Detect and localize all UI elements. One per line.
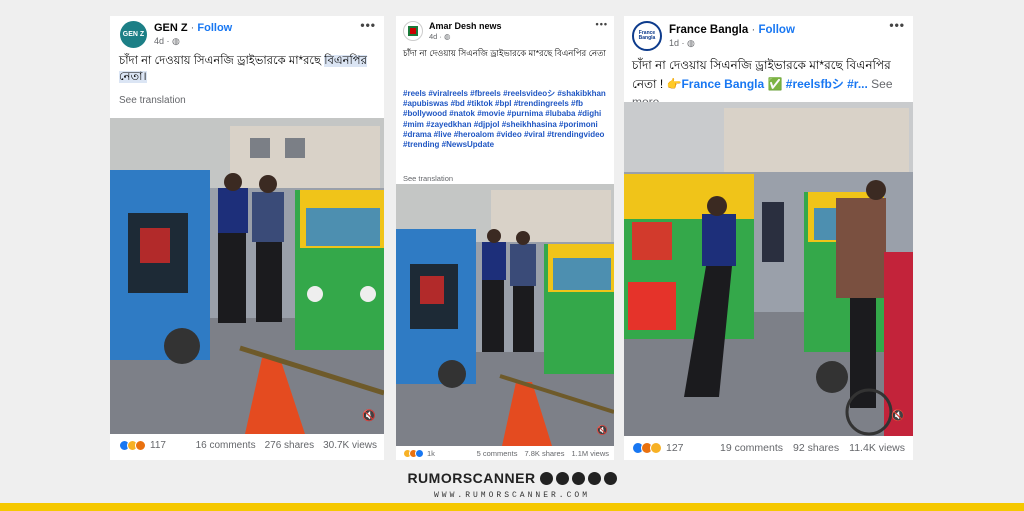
video-frame [396,184,614,446]
post-footer: 127 19 comments 92 shares 11.4K views [632,442,905,454]
page-avatar[interactable]: France Bangla [632,21,662,51]
post-header: Amar Desh news 4d · ◍ [403,21,502,41]
tiktok-icon[interactable] [603,471,617,485]
video-frame [624,102,913,436]
comments-count[interactable]: 19 comments [720,442,783,454]
post-card-france-bangla: France Bangla France Bangla · Follow 1d … [624,16,913,460]
follow-button[interactable]: Follow [197,22,232,34]
see-translation-link[interactable]: See translation [403,174,453,183]
page-avatar[interactable] [403,21,423,41]
views-count: 30.7K views [323,440,377,451]
comments-count[interactable]: 16 comments [196,440,256,451]
reaction-icons[interactable]: 127 [632,442,684,454]
post-footer: 117 16 comments 276 shares 30.7K views [119,440,377,451]
post-card-amar-desh: Amar Desh news 4d · ◍ ••• চাঁদা না দেওয়… [396,16,614,460]
more-horizontal-icon[interactable]: ••• [360,18,376,32]
mute-icon[interactable]: 🔇 [891,409,905,422]
post-time[interactable]: 4d [154,36,164,46]
post-footer: 1k 5 comments 7.8K shares 1.1M views [403,449,609,458]
post-caption: চাঁদা না দেওয়ায় সিএনজি ড্রাইভারকে মা*র… [119,54,377,85]
youtube-icon[interactable] [555,471,569,485]
post-card-gen-z: GEN Z GEN Z · Follow 4d · ◍ ••• চাঁদা না… [110,16,384,460]
shares-count[interactable]: 7.8K shares [524,449,564,458]
mute-icon[interactable]: 🔇 [362,409,376,422]
reaction-icons[interactable]: 1k [403,449,435,458]
post-header: France Bangla France Bangla · Follow 1d … [632,21,795,51]
views-count: 11.4K views [849,442,905,454]
brand-block: RUMORSCANNER WWW.RUMORSCANNER.COM [0,470,1024,500]
post-header: GEN Z GEN Z · Follow 4d · ◍ [120,21,232,48]
reaction-icons[interactable]: 117 [119,440,166,451]
twitter-icon[interactable] [571,471,585,485]
post-video[interactable]: 🔇 [110,118,384,434]
shares-count[interactable]: 276 shares [265,440,314,451]
post-time[interactable]: 4d [429,32,437,41]
accent-bar [0,503,1024,511]
views-count: 1.1M views [571,449,609,458]
brand-name: RUMORSCANNER [407,470,536,486]
globe-icon: ◍ [444,32,451,41]
follow-button[interactable]: Follow [758,24,794,36]
globe-icon: ◍ [687,37,695,48]
reaction-count[interactable]: 117 [150,440,166,451]
haha-icon [650,442,662,454]
avatar-text: France Bangla [638,30,656,41]
see-translation-link[interactable]: See translation [119,95,186,106]
page-avatar[interactable]: GEN Z [120,21,147,48]
more-horizontal-icon[interactable]: ••• [596,19,608,29]
more-horizontal-icon[interactable]: ••• [889,18,905,32]
page-name[interactable]: Amar Desh news [429,21,502,31]
shares-count[interactable]: 92 shares [793,442,839,454]
post-video[interactable]: 🔇 [396,184,614,446]
angry-icon [135,440,146,451]
caption-text: চাঁদা না দেওয়ায় সিএনজি ড্রাইভারকে মা*র… [119,55,325,67]
facebook-icon[interactable] [539,471,553,485]
comments-count[interactable]: 5 comments [477,449,518,458]
reaction-count[interactable]: 127 [666,442,684,454]
globe-icon: ◍ [172,36,180,46]
instagram-icon[interactable] [587,471,601,485]
video-frame [110,118,384,434]
post-time[interactable]: 1d [669,38,679,48]
post-caption: চাঁদা না দেওয়ায় সিএনজি ড্রাইভারকে মা*র… [403,48,606,58]
page-logo-icon [408,26,418,36]
avatar-text: GEN Z [122,31,145,38]
post-video[interactable]: 🔇 [624,102,913,436]
brand-url[interactable]: WWW.RUMORSCANNER.COM [0,491,1024,500]
post-hashtags[interactable]: #reels #viralreels #fbreels #reelsvideoシ… [403,89,611,150]
page-name[interactable]: GEN Z [154,22,188,34]
mute-icon[interactable]: 🔇 [597,425,608,436]
caption-links[interactable]: 👉France Bangla ✅ #reelsfbシ #r... [667,77,868,91]
like-icon [415,449,424,458]
page-name[interactable]: France Bangla [669,24,748,36]
reaction-count[interactable]: 1k [427,449,435,458]
